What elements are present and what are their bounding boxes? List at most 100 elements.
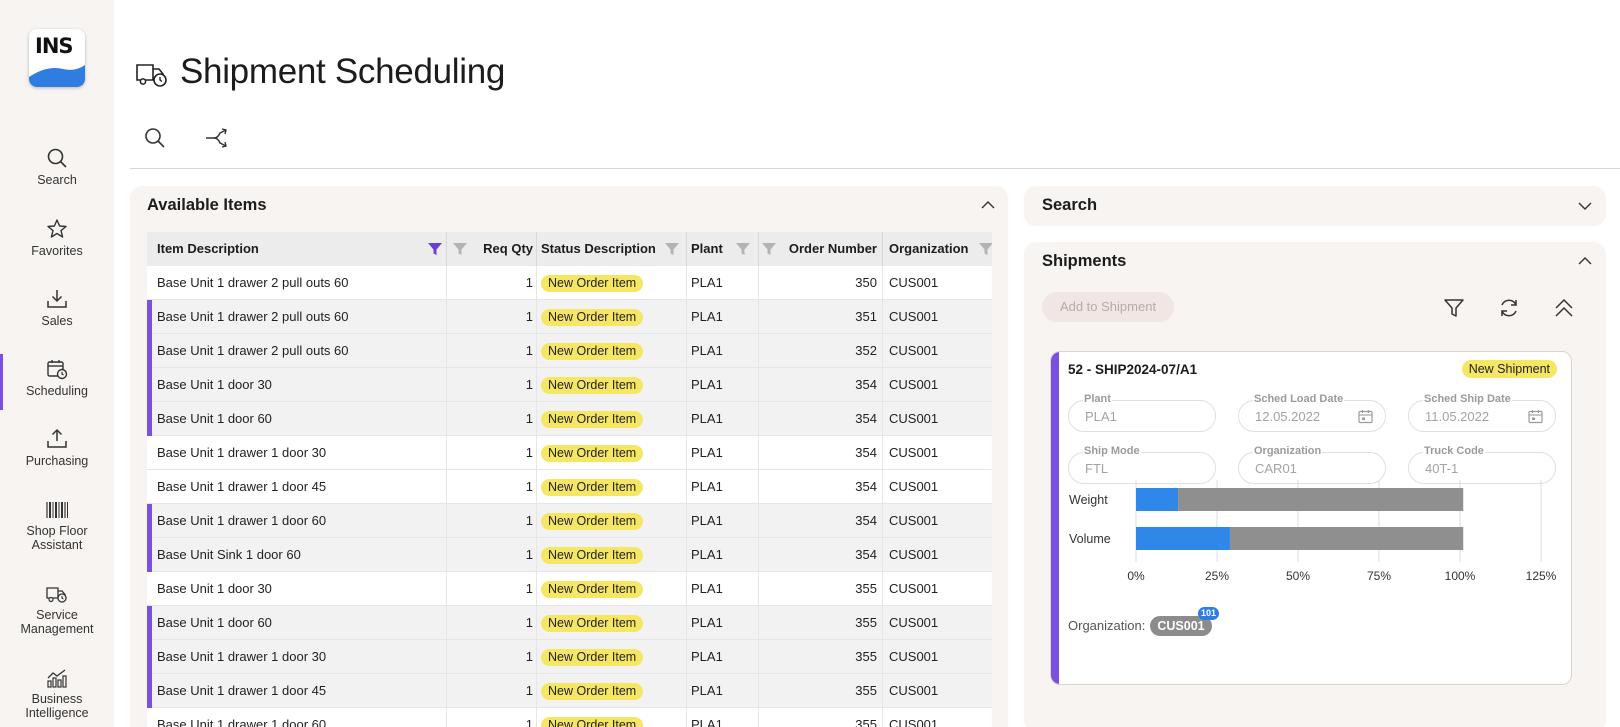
table-row[interactable]: Base Unit 1 drawer 2 pull outs 60 1 New Or… [147, 266, 992, 300]
column-separator [686, 504, 687, 538]
column-separator [882, 538, 883, 572]
cell-item-description: Base Unit 1 door 30 [157, 581, 272, 596]
cell-req-qty: 1 [525, 649, 533, 664]
sidebar-item-scheduling[interactable]: Scheduling [0, 354, 114, 410]
column-header-req-qty[interactable]: Req Qty [483, 232, 533, 266]
filter-active-icon[interactable] [427, 241, 443, 257]
column-separator [536, 334, 537, 368]
collapse-all-icon[interactable] [1553, 297, 1575, 319]
column-separator [536, 436, 537, 470]
sched-ship-date-field[interactable]: Sched Ship Date 11.05.2022 [1408, 393, 1556, 432]
sidebar-item-favorites[interactable]: Favorites [0, 218, 114, 258]
column-separator [686, 436, 687, 470]
add-to-shipment-button[interactable]: Add to Shipment [1042, 292, 1174, 322]
cell-status: New Order Item [541, 368, 644, 402]
cell-status: New Order Item [541, 402, 644, 436]
app-logo[interactable]: INS [29, 29, 85, 87]
column-separator [758, 402, 759, 436]
column-header-status-description[interactable]: Status Description [541, 232, 656, 266]
filter-icon[interactable] [735, 241, 751, 257]
filter-icon[interactable] [452, 241, 468, 257]
cell-order-number: 354 [855, 547, 877, 562]
filter-outline-icon[interactable] [1443, 297, 1465, 319]
search-panel[interactable] [1024, 186, 1606, 226]
table-row[interactable]: Base Unit Sink 1 door 60 1 New Order Item P… [147, 538, 992, 572]
cell-plant: PLA1 [691, 309, 723, 324]
column-header-order-number[interactable]: Order Number [777, 232, 877, 266]
filter-icon[interactable] [978, 241, 992, 257]
field-value: CAR01 [1255, 461, 1297, 476]
cell-status: New Order Item [541, 538, 644, 572]
sched-load-date-field[interactable]: Sched Load Date 12.05.2022 [1238, 393, 1386, 432]
sidebar-item-label: Favorites [31, 244, 83, 258]
column-separator [686, 572, 687, 606]
field-value: 11.05.2022 [1425, 409, 1490, 424]
filter-icon[interactable] [761, 241, 777, 257]
sidebar-item-purchasing[interactable]: Purchasing [0, 428, 114, 468]
column-separator [758, 334, 759, 368]
column-separator [536, 640, 537, 674]
table-row[interactable]: Base Unit 1 drawer 1 door 30 1 New Order I… [147, 436, 992, 470]
table-row[interactable]: Base Unit 1 door 60 1 New Order Item PLA1 35… [147, 606, 992, 640]
logo-wave-icon [29, 65, 85, 87]
calendar-icon[interactable] [1358, 409, 1373, 424]
grid-header: Item Description Req Qty Status Descript… [147, 232, 992, 266]
cell-status: New Order Item [541, 266, 644, 300]
chart-tick-label: 125% [1526, 569, 1557, 583]
sidebar-item-service-management[interactable]: Service Management [0, 584, 114, 636]
column-separator [882, 606, 883, 640]
column-separator [446, 402, 447, 436]
cell-plant: PLA1 [691, 547, 723, 562]
table-row[interactable]: Base Unit 1 drawer 1 door 30 1 New Order I… [147, 640, 992, 674]
sidebar-item-sales[interactable]: Sales [0, 288, 114, 328]
sidebar-item-shop-floor-assistant[interactable]: Shop Floor Assistant [0, 500, 114, 552]
share-icon[interactable] [205, 128, 229, 148]
table-row[interactable]: Base Unit 1 drawer 1 door 45 1 New Order I… [147, 470, 992, 504]
table-row[interactable]: Base Unit 1 drawer 1 door 60 1 New Order I… [147, 504, 992, 538]
table-row[interactable]: Base Unit 1 door 30 1 New Order Item PLA1 35… [147, 572, 992, 606]
table-row[interactable]: Base Unit 1 drawer 1 door 60 1 New Order I… [147, 708, 992, 727]
cell-status: New Order Item [541, 300, 644, 334]
cell-item-description: Base Unit 1 drawer 1 door 30 [157, 445, 327, 460]
cell-order-number: 354 [855, 445, 877, 460]
cell-order-number: 355 [855, 581, 877, 596]
calendar-icon[interactable] [1528, 409, 1543, 424]
shipment-card[interactable]: 52 - SHIP2024-07/A1 New Shipment Plant P… [1050, 351, 1572, 685]
table-row[interactable]: Base Unit 1 drawer 1 door 45 1 New Order I… [147, 674, 992, 708]
chevron-down-icon[interactable] [1578, 201, 1592, 211]
table-row[interactable]: Base Unit 1 drawer 2 pull outs 60 1 New Or… [147, 300, 992, 334]
calendar-clock-icon [47, 360, 68, 380]
cell-order-number: 355 [855, 717, 877, 727]
search-icon[interactable] [144, 127, 166, 149]
status-badge: New Order Item [541, 615, 644, 632]
sidebar-item-label: Search [37, 173, 77, 187]
chart-bar-weight-0 [1136, 488, 1179, 511]
column-separator [882, 572, 883, 606]
sidebar-item-business-intelligence[interactable]: Business Intelligence [0, 668, 114, 720]
filter-icon[interactable] [664, 241, 680, 257]
refresh-icon[interactable] [1498, 297, 1520, 319]
plant-field[interactable]: Plant PLA1 [1068, 393, 1216, 432]
cell-item-description: Base Unit 1 drawer 2 pull outs 60 [157, 343, 349, 358]
column-separator [446, 232, 447, 266]
sidebar-item-label: Sales [41, 314, 73, 328]
column-header-organization[interactable]: Organization [889, 232, 968, 266]
table-row[interactable]: Base Unit 1 drawer 2 pull outs 60 1 New Or… [147, 334, 992, 368]
column-separator [446, 538, 447, 572]
column-separator [686, 538, 687, 572]
cell-item-description: Base Unit 1 drawer 1 door 30 [157, 649, 327, 664]
column-header-item-description[interactable]: Item Description [157, 232, 259, 266]
cell-plant: PLA1 [691, 683, 723, 698]
chevron-up-icon[interactable] [1578, 256, 1592, 266]
table-row[interactable]: Base Unit 1 door 60 1 New Order Item PLA1 35… [147, 402, 992, 436]
truck-clock-icon [136, 64, 167, 87]
status-badge: New Order Item [541, 377, 644, 394]
search-panel-title: Search [1042, 196, 1098, 214]
sidebar-item-search[interactable]: Search [0, 147, 114, 187]
status-badge: New Order Item [541, 445, 644, 462]
column-separator [536, 606, 537, 640]
column-header-plant[interactable]: Plant [691, 232, 723, 266]
table-row[interactable]: Base Unit 1 door 30 1 New Order Item PLA1 35… [147, 368, 992, 402]
column-separator [536, 708, 537, 727]
chevron-up-icon[interactable] [981, 200, 995, 210]
